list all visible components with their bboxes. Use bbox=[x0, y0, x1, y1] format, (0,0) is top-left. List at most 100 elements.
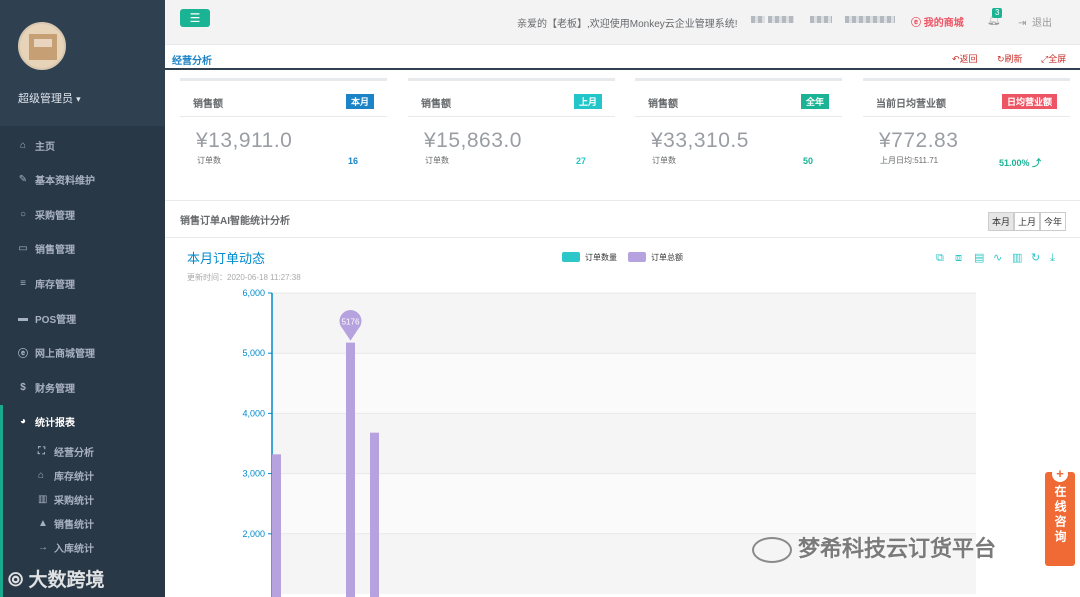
card-period-badge: 本月 bbox=[345, 94, 374, 109]
arrow-right-icon: → bbox=[38, 541, 48, 553]
back-button[interactable]: ↶返回 bbox=[952, 52, 978, 65]
online-consult-button[interactable]: + 在线咨询 bbox=[1045, 466, 1075, 566]
pie-chart-icon: ◕ bbox=[19, 415, 27, 427]
caret-down-icon: ▾ bbox=[76, 94, 81, 104]
menu-toggle-button[interactable]: ☰ bbox=[180, 9, 210, 27]
card-amount: ¥15,863.0 bbox=[424, 129, 522, 152]
sidebar-item-6[interactable]: ⓔ 网上商城管理 bbox=[0, 337, 165, 367]
logout-link[interactable]: ⇥ 退出 bbox=[1018, 14, 1052, 29]
platform-watermark: 梦希科技云订货平台 bbox=[752, 531, 997, 564]
hamburger-icon: ☰ bbox=[189, 11, 201, 25]
my-mall-link[interactable]: ⓔ 我的商城 bbox=[911, 14, 964, 29]
download-icon[interactable]: ⤓ bbox=[1050, 251, 1055, 264]
period-button-this-year[interactable]: 今年 bbox=[1040, 212, 1067, 231]
line-icon[interactable]: ∿ bbox=[993, 251, 1002, 264]
sidebar-item-2[interactable]: ○ 采购管理 bbox=[0, 199, 165, 229]
zoom-icon[interactable]: ⧉ bbox=[936, 251, 944, 264]
sidebar-subitem-3[interactable]: ▲ 销售统计 bbox=[38, 513, 94, 533]
legend-label: 订单总额 bbox=[651, 252, 683, 262]
blurred-text bbox=[768, 16, 794, 23]
sidebar-subitem-2[interactable]: ▥ 采购统计 bbox=[38, 489, 94, 509]
bar-order-total bbox=[272, 454, 281, 597]
role-label: 超级管理员 bbox=[18, 93, 73, 105]
sidebar-item-7[interactable]: $ 财务管理 bbox=[0, 372, 165, 402]
sidebar-subitem-label: 库存统计 bbox=[54, 471, 94, 483]
sidebar-subitem-0[interactable]: ⛶ 经营分析 bbox=[38, 441, 94, 461]
period-button-last-month[interactable]: 上月 bbox=[1014, 212, 1041, 231]
bar-icon[interactable]: ▥ bbox=[1012, 251, 1022, 264]
restore-icon[interactable]: ↻ bbox=[1031, 251, 1040, 264]
card-title: 销售额 bbox=[648, 99, 678, 110]
binoculars-icon: ⛶ bbox=[38, 445, 45, 457]
sidebar-item-0[interactable]: ⌂ 主页 bbox=[0, 130, 165, 160]
bar-chart-icon: ▥ bbox=[38, 493, 48, 505]
top-bar: ☰ 亲爱的【老板】,欢迎使用Monkey云企业管理系统! ⓔ 我的商城 🔔︎ 3… bbox=[165, 0, 1080, 45]
card-count: 51.00% ⤴ bbox=[998, 158, 1041, 168]
y-tick-label: 2,000 bbox=[242, 529, 265, 539]
platform-watermark-text: 梦希科技云订货平台 bbox=[798, 536, 997, 561]
card-title: 销售额 bbox=[193, 99, 223, 110]
bank-icon: ⌂ bbox=[38, 469, 45, 481]
brand-watermark-text: 大数跨境 bbox=[28, 570, 105, 591]
stat-card: 当前日均营业额 日均营业额 ¥772.83 上月日均:511.71 51.00%… bbox=[863, 78, 1070, 188]
sidebar-subitem-1[interactable]: ⌂ 库存统计 bbox=[38, 465, 94, 485]
grid-band bbox=[272, 353, 976, 414]
sidebar-item-label: 库存管理 bbox=[35, 279, 75, 291]
legend-label: 订单数量 bbox=[585, 252, 617, 262]
sidebar-item-3[interactable]: ▭ 销售管理 bbox=[0, 233, 165, 263]
sidebar-item-8[interactable]: ◕ 统计报表 bbox=[0, 406, 165, 436]
sidebar-item-label: 统计报表 bbox=[35, 417, 75, 429]
y-tick-label: 4,000 bbox=[242, 408, 265, 418]
card-period-badge: 日均营业额 bbox=[1001, 94, 1057, 109]
sidebar-subitem-label: 入库统计 bbox=[54, 543, 94, 555]
bar-order-total bbox=[370, 432, 379, 597]
user-avatar[interactable] bbox=[18, 22, 66, 70]
card-count: 16 bbox=[347, 156, 358, 166]
sign-out-icon: ⇥ bbox=[1018, 18, 1027, 29]
chart-subtitle: 更新时间：2020-06-18 11:27:38 bbox=[187, 272, 301, 282]
sidebar-item-label: POS管理 bbox=[35, 314, 77, 326]
content-tab-bar: 经营分析 ↶返回 ↻刷新 ⤢全屏 bbox=[165, 45, 1080, 70]
panel-title: 销售订单AI智能统计分析 bbox=[180, 216, 290, 227]
logout-label: 退出 bbox=[1031, 18, 1052, 29]
brand-watermark: ⦾ 大数跨境 bbox=[8, 565, 105, 592]
stat-card: 销售额 上月 ¥15,863.0 订单数 27 bbox=[408, 78, 615, 188]
fullscreen-button[interactable]: ⤢全屏 bbox=[1041, 52, 1066, 65]
zoom-reset-icon[interactable]: ⧈ bbox=[955, 251, 962, 264]
card-amount: ¥772.83 bbox=[879, 129, 959, 152]
tab-title[interactable]: 经营分析 bbox=[172, 52, 212, 67]
refresh-button[interactable]: ↻刷新 bbox=[997, 52, 1023, 65]
bar-order-total bbox=[346, 342, 355, 597]
sidebar-item-1[interactable]: ✎ 基本资料维护 bbox=[0, 164, 165, 194]
back-icon: ↶ bbox=[952, 54, 960, 64]
role-dropdown[interactable]: 超级管理员 ▾ bbox=[18, 90, 81, 106]
sidebar-item-label: 采购管理 bbox=[35, 210, 75, 222]
home-icon: ⌂ bbox=[19, 139, 27, 151]
ie-icon: ⓔ bbox=[18, 348, 28, 360]
data-view-icon[interactable]: ▤ bbox=[974, 251, 984, 264]
blurred-text bbox=[751, 16, 765, 23]
consult-label: 在线咨询 bbox=[1053, 485, 1067, 545]
y-tick-label: 3,000 bbox=[242, 469, 265, 479]
sidebar-item-4[interactable]: ≡ 库存管理 bbox=[0, 268, 165, 298]
card-count: 50 bbox=[802, 156, 813, 166]
brand-logo-icon: ⦾ bbox=[8, 570, 24, 591]
card-title: 当前日均营业额 bbox=[876, 99, 946, 110]
y-tick-label: 5,000 bbox=[242, 348, 265, 358]
welcome-text: 亲爱的【老板】,欢迎使用Monkey云企业管理系统! bbox=[517, 19, 738, 30]
card-count: 27 bbox=[575, 156, 586, 166]
sidebar-item-5[interactable]: ▬ POS管理 bbox=[0, 303, 165, 333]
grid-band bbox=[272, 293, 976, 354]
period-button-group: 本月 上月 今年 bbox=[988, 212, 1067, 231]
card-sub-label: 订单数 bbox=[197, 156, 221, 165]
notification-badge: 3 bbox=[992, 8, 1003, 18]
sidebar-subitem-4[interactable]: → 入库统计 bbox=[38, 537, 94, 557]
sidebar-item-label: 网上商城管理 bbox=[35, 348, 95, 360]
card-amount: ¥33,310.5 bbox=[651, 129, 749, 152]
pencil-icon: ✎ bbox=[18, 173, 28, 185]
legend-swatch bbox=[562, 252, 580, 262]
blurred-text bbox=[845, 16, 895, 23]
sidebar-subitem-label: 销售统计 bbox=[54, 519, 94, 531]
period-button-this-month[interactable]: 本月 bbox=[988, 212, 1015, 231]
wechat-icon bbox=[752, 537, 792, 564]
